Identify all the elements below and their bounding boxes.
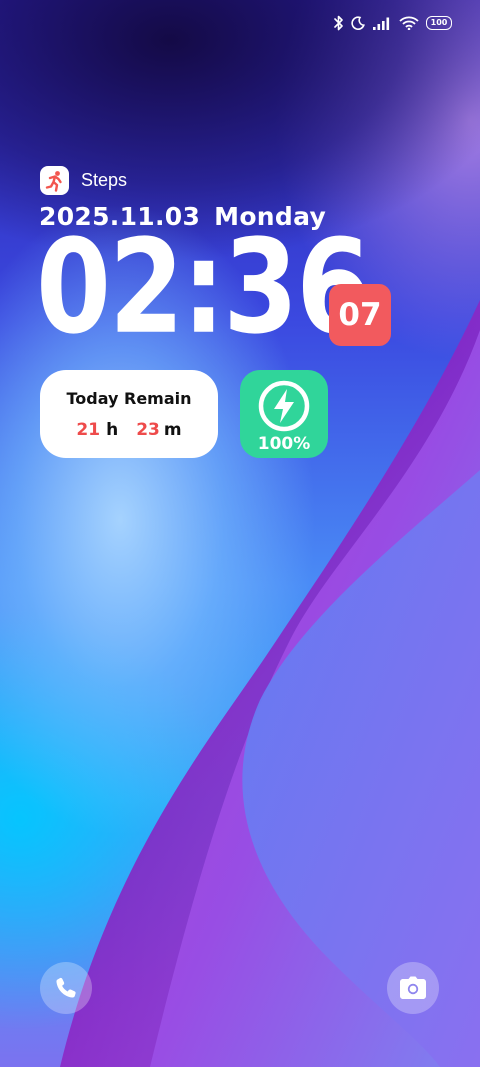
seconds-badge: 07 — [329, 284, 391, 346]
camera-icon — [400, 976, 426, 999]
steps-widget[interactable]: Steps — [40, 166, 127, 195]
signal-icon — [373, 17, 390, 30]
battery-percent: 100% — [257, 434, 311, 454]
battery-widget[interactable]: 100% — [240, 370, 328, 458]
steps-label: Steps — [81, 170, 128, 190]
battery-icon: 100 — [426, 16, 452, 30]
seconds-text: 07 — [338, 297, 382, 333]
wifi-icon — [399, 16, 419, 30]
today-remain-title: Today Remain — [66, 388, 192, 408]
clock-time: 02:36 — [36, 211, 371, 363]
phone-icon — [56, 977, 76, 998]
camera-shortcut-button[interactable] — [387, 962, 439, 1014]
running-person-icon — [40, 166, 69, 195]
wallpaper-wave — [60, 300, 480, 1067]
remain-hours-unit: h — [106, 419, 119, 440]
wallpaper — [0, 0, 480, 1067]
remain-minutes: 23 — [136, 419, 160, 440]
charging-bolt-icon — [257, 379, 311, 437]
status-bar: 100 — [334, 12, 452, 34]
bluetooth-icon — [334, 15, 343, 31]
today-remain-widget[interactable]: Today Remain 21 h 23 m — [40, 370, 218, 458]
remain-minutes-unit: m — [163, 419, 182, 440]
remain-hours: 21 — [76, 419, 101, 440]
today-remain-values: 21 h 23 m — [76, 420, 181, 440]
moon-icon — [351, 16, 365, 30]
phone-shortcut-button[interactable] — [40, 962, 92, 1014]
battery-level: 100 — [430, 18, 448, 27]
